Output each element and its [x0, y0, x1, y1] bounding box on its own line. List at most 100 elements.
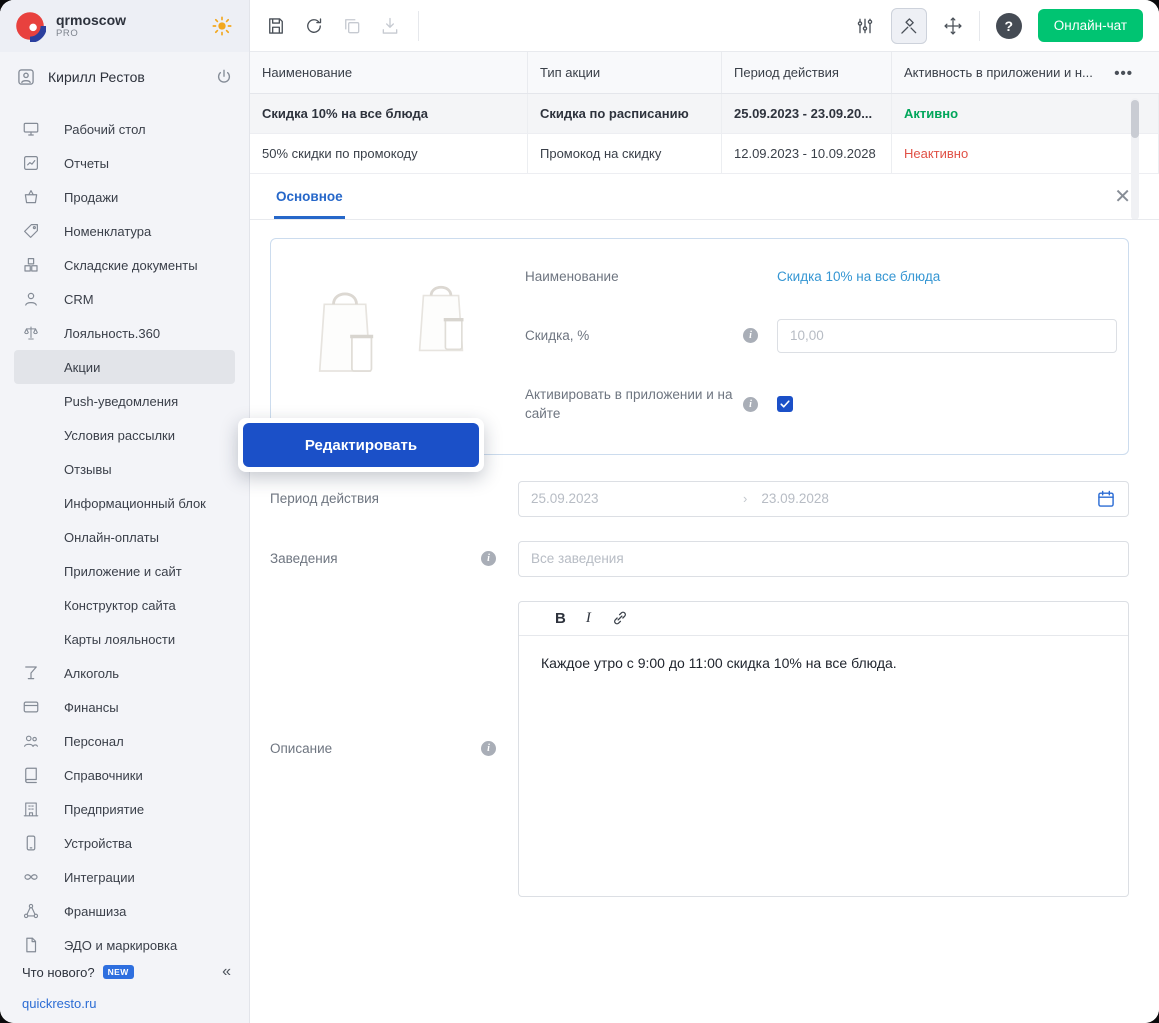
- panel-tabs: Основное ✕: [250, 174, 1159, 220]
- calendar-icon[interactable]: [1096, 489, 1116, 509]
- sidebar-item-edo[interactable]: ЭДО и маркировка: [0, 928, 249, 956]
- sidebar-item-staff[interactable]: Персонал: [0, 724, 249, 758]
- sidebar-item-app-and-site[interactable]: Приложение и сайт: [0, 554, 249, 588]
- franchise-network-icon: [22, 902, 40, 920]
- tools-hammer-wrench-icon: [899, 16, 919, 36]
- refresh-icon[interactable]: [304, 16, 324, 36]
- tools-button[interactable]: [891, 8, 927, 44]
- edit-popover: Редактировать: [238, 418, 484, 472]
- move-arrows-icon[interactable]: [943, 16, 963, 36]
- discount-label: Скидка, %: [525, 326, 743, 346]
- close-icon[interactable]: ✕: [1114, 187, 1131, 207]
- tab-main[interactable]: Основное: [274, 174, 345, 219]
- sidebar-item-label: Лояльность.360: [64, 326, 160, 341]
- export-download-icon[interactable]: [380, 16, 400, 36]
- italic-icon[interactable]: I: [586, 610, 591, 627]
- promotion-images: [299, 267, 485, 424]
- info-icon[interactable]: i: [481, 551, 496, 566]
- sidebar-item-label: Номенклатура: [64, 224, 151, 239]
- sidebar-collapse-icon[interactable]: «: [222, 963, 233, 981]
- sidebar-item-label: Интеграции: [64, 870, 135, 885]
- toolbar-divider: [418, 11, 419, 41]
- cell-period: 12.09.2023 - 10.09.2028: [722, 134, 892, 173]
- period-range-input[interactable]: 25.09.2023 › 23.09.2028: [518, 481, 1129, 517]
- user-row[interactable]: Кирилл Рестов: [0, 52, 249, 102]
- info-icon[interactable]: i: [743, 328, 758, 343]
- sidebar-item-sales[interactable]: Продажи: [0, 180, 249, 214]
- sidebar-item-integrations[interactable]: Интеграции: [0, 860, 249, 894]
- sidebar-item-devices[interactable]: Устройства: [0, 826, 249, 860]
- description-row: Описание i B I Каждое ут: [270, 601, 1129, 897]
- discount-input[interactable]: [777, 319, 1117, 353]
- sidebar-item-franchise[interactable]: Франшиза: [0, 894, 249, 928]
- column-header-period[interactable]: Период действия: [722, 52, 892, 93]
- column-settings-icon[interactable]: •••: [1114, 52, 1133, 94]
- column-header-type[interactable]: Тип акции: [528, 52, 722, 93]
- name-value-link[interactable]: Скидка 10% на все блюда: [777, 269, 1117, 284]
- info-icon[interactable]: i: [743, 397, 758, 412]
- sidebar-item-push-notifications[interactable]: Push-уведомления: [0, 384, 249, 418]
- sidebar-item-label: Условия рассылки: [64, 428, 175, 443]
- sidebar-item-handbooks[interactable]: Справочники: [0, 758, 249, 792]
- table-scrollbar-thumb[interactable]: [1131, 100, 1139, 138]
- sidebar-item-mailing-terms[interactable]: Условия рассылки: [0, 418, 249, 452]
- table-row[interactable]: 50% скидки по промокоду Промокод на скид…: [250, 134, 1159, 174]
- sidebar-item-warehouse-docs[interactable]: Складские документы: [0, 248, 249, 282]
- whats-new-row[interactable]: Что нового? NEW «: [0, 956, 249, 988]
- help-button[interactable]: ?: [996, 13, 1022, 39]
- sidebar-item-crm[interactable]: CRM: [0, 282, 249, 316]
- activate-checkbox[interactable]: [777, 396, 793, 412]
- sidebar-item-enterprise[interactable]: Предприятие: [0, 792, 249, 826]
- sidebar-item-loyalty[interactable]: Лояльность.360: [0, 316, 249, 350]
- period-start-value: 25.09.2023: [531, 491, 743, 506]
- column-header-name[interactable]: Наименование: [250, 52, 528, 93]
- sidebar-item-dashboard[interactable]: Рабочий стол: [0, 112, 249, 146]
- venues-label: Заведения: [270, 551, 338, 566]
- sidebar-item-label: Персонал: [64, 734, 124, 749]
- cell-name: 50% скидки по промокоду: [250, 134, 528, 173]
- sidebar-item-label: Алкоголь: [64, 666, 119, 681]
- sidebar-item-label: Приложение и сайт: [64, 564, 182, 579]
- reports-icon: [22, 154, 40, 172]
- staff-people-icon: [22, 732, 40, 750]
- description-text[interactable]: Каждое утро с 9:00 до 11:00 скидка 10% н…: [519, 636, 1128, 692]
- quickresto-link[interactable]: quickresto.ru: [0, 988, 249, 1011]
- sidebar-item-finance[interactable]: Финансы: [0, 690, 249, 724]
- sidebar-item-promotions[interactable]: Акции: [14, 350, 235, 384]
- promotion-detail-panel: Основное ✕: [250, 174, 1159, 1023]
- edit-button[interactable]: Редактировать: [243, 423, 479, 467]
- link-icon[interactable]: [611, 609, 629, 627]
- venues-row: Заведения i Все заведения: [270, 541, 1129, 577]
- nomenclature-tag-icon: [22, 222, 40, 240]
- info-icon[interactable]: i: [481, 741, 496, 756]
- sidebar-item-label: Информационный блок: [64, 496, 206, 511]
- sidebar-item-feedback[interactable]: Отзывы: [0, 452, 249, 486]
- cell-type: Промокод на скидку: [528, 134, 722, 173]
- edo-document-icon: [22, 936, 40, 954]
- online-chat-button[interactable]: Онлайн-чат: [1038, 9, 1143, 42]
- user-icon: [16, 67, 36, 87]
- chevron-right-icon: ›: [743, 491, 747, 506]
- toolbar: ? Онлайн-чат: [250, 0, 1159, 52]
- sales-icon: [22, 188, 40, 206]
- sidebar-item-site-builder[interactable]: Конструктор сайта: [0, 588, 249, 622]
- sidebar-item-nomenclature[interactable]: Номенклатура: [0, 214, 249, 248]
- sidebar-item-label: Карты лояльности: [64, 632, 175, 647]
- sidebar-item-online-payments[interactable]: Онлайн-оплаты: [0, 520, 249, 554]
- sidebar-footer: Что нового? NEW « quickresto.ru: [0, 956, 249, 1023]
- bold-icon[interactable]: B: [555, 610, 566, 627]
- sidebar-header: qrmoscow PRO: [0, 0, 249, 52]
- theme-toggle-sun-icon[interactable]: [211, 15, 233, 37]
- sidebar-item-loyalty-cards[interactable]: Карты лояльности: [0, 622, 249, 656]
- toolbar-right: ? Онлайн-чат: [855, 8, 1143, 44]
- venues-input[interactable]: Все заведения: [518, 541, 1129, 577]
- table-row-selected[interactable]: Скидка 10% на все блюда Скидка по распис…: [250, 94, 1159, 134]
- sidebar-item-alcohol[interactable]: Алкоголь: [0, 656, 249, 690]
- sidebar-item-reports[interactable]: Отчеты: [0, 146, 249, 180]
- save-icon[interactable]: [266, 16, 286, 36]
- copy-icon[interactable]: [342, 16, 362, 36]
- sidebar-item-label: Предприятие: [64, 802, 144, 817]
- sidebar-item-info-block[interactable]: Информационный блок: [0, 486, 249, 520]
- logout-power-icon[interactable]: [215, 68, 233, 86]
- filters-sliders-icon[interactable]: [855, 16, 875, 36]
